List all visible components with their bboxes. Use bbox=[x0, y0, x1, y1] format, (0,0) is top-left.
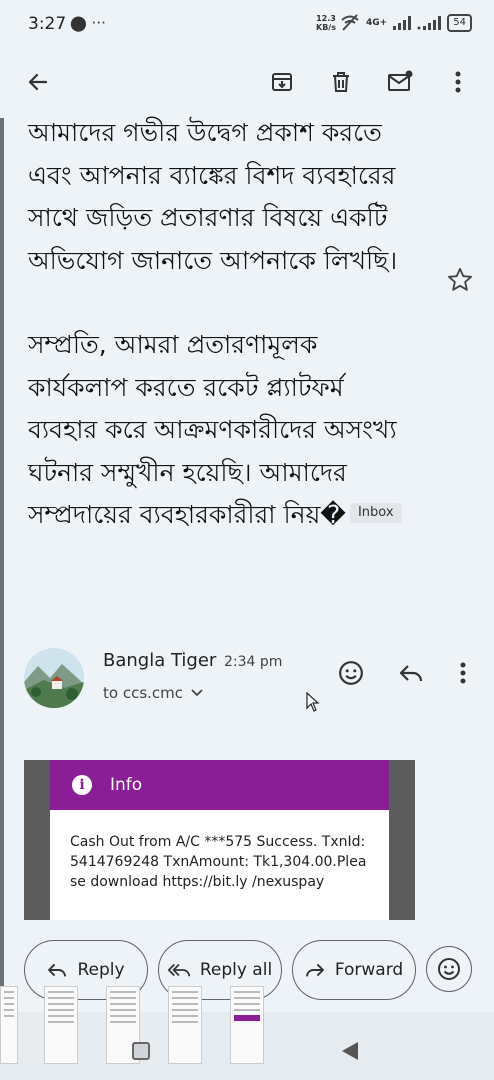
archive-icon bbox=[272, 73, 292, 91]
landscape-avatar-image bbox=[24, 648, 84, 708]
status-icons: 4G+ 54 bbox=[340, 12, 472, 34]
more-vert-icon bbox=[455, 71, 461, 93]
mouse-cursor-icon bbox=[306, 692, 320, 712]
message-body: আমাদের গভীর উদ্বেগ প্রকাশ করতে এবং আপনার… bbox=[28, 112, 408, 537]
inline-image-attachment[interactable]: i Info Cash Out from A/C ***575 Success.… bbox=[24, 760, 415, 920]
signal-icon bbox=[393, 16, 412, 30]
screen-edge bbox=[0, 0, 4, 1080]
system-navigation-bar bbox=[0, 986, 494, 1080]
delete-button[interactable] bbox=[319, 60, 363, 104]
network-type-label: 4G+ bbox=[366, 18, 388, 28]
sms-message-text: Cash Out from A/C ***575 Success. TxnId:… bbox=[70, 834, 367, 890]
arrow-back-icon bbox=[28, 73, 48, 91]
info-card-header: i Info bbox=[50, 760, 389, 810]
star-icon bbox=[447, 267, 473, 291]
sender-avatar[interactable] bbox=[24, 648, 84, 708]
inbox-label-chip[interactable]: Inbox bbox=[349, 503, 402, 523]
emoji-icon bbox=[339, 661, 363, 685]
signal-icon-2 bbox=[417, 16, 442, 30]
message-paragraph-2-text: সম্প্রতি, আমরা প্রতারণামূলক কার্যকলাপ কর… bbox=[28, 330, 397, 529]
recent-thumbnail[interactable] bbox=[168, 986, 202, 1064]
home-button[interactable] bbox=[132, 1042, 150, 1060]
reply-all-icon bbox=[167, 963, 190, 977]
archive-button[interactable] bbox=[260, 60, 304, 104]
sms-info-card: i Info Cash Out from A/C ***575 Success.… bbox=[50, 760, 389, 920]
mark-unread-button[interactable] bbox=[378, 60, 422, 104]
reply-icon bbox=[48, 963, 67, 977]
reply-label: Reply bbox=[77, 960, 125, 980]
react-emoji-button[interactable] bbox=[426, 946, 472, 992]
message-paragraph-1: আমাদের গভীর উদ্বেগ প্রকাশ করতে এবং আপনার… bbox=[28, 118, 398, 275]
notification-icons: ⬤ ··· bbox=[70, 14, 106, 32]
forward-icon bbox=[305, 963, 324, 977]
status-time: 3:27 bbox=[28, 14, 67, 34]
app-bar bbox=[0, 48, 494, 118]
recipient-details-toggle[interactable]: to ccs.cmc bbox=[103, 684, 203, 702]
status-bar: 3:27 ⬤ ··· 12.3 KB/s 4G+ 54 bbox=[0, 0, 494, 48]
sender-name[interactable]: Bangla Tiger bbox=[103, 650, 216, 671]
battery-icon: 54 bbox=[447, 14, 472, 32]
more-vert-icon bbox=[460, 662, 466, 684]
email-screen: 3:27 ⬤ ··· 12.3 KB/s 4G+ 54 আমাদের গভীর … bbox=[0, 0, 494, 1080]
nav-back-icon[interactable] bbox=[340, 1040, 360, 1062]
recipient-line: to ccs.cmc bbox=[103, 684, 184, 702]
recent-thumbnail[interactable] bbox=[44, 986, 78, 1064]
mark-unread-icon bbox=[388, 70, 413, 91]
recent-thumbnail[interactable] bbox=[230, 986, 264, 1064]
reply-icon bbox=[399, 665, 423, 682]
forward-label: Forward bbox=[334, 960, 404, 980]
recent-thumbnail[interactable] bbox=[0, 986, 18, 1064]
message-paragraph-2: সম্প্রতি, আমরা প্রতারণামূলক কার্যকলাপ কর… bbox=[28, 324, 408, 537]
star-button[interactable] bbox=[446, 266, 474, 294]
emoji-icon bbox=[438, 958, 460, 980]
network-speed-unit: KB/s bbox=[316, 23, 336, 32]
wifi-off-icon bbox=[341, 14, 359, 31]
chevron-down-icon bbox=[191, 689, 203, 697]
sent-time: 2:34 pm bbox=[224, 654, 283, 670]
reply-all-label: Reply all bbox=[199, 960, 273, 980]
info-card-title: Info bbox=[110, 775, 143, 795]
add-reaction-button[interactable] bbox=[334, 656, 368, 690]
network-speed: 12.3 KB/s bbox=[316, 14, 336, 32]
delete-icon bbox=[333, 72, 349, 92]
network-speed-value: 12.3 bbox=[316, 14, 336, 23]
more-options-button[interactable] bbox=[436, 60, 480, 104]
message-more-button[interactable] bbox=[446, 656, 480, 690]
forward-button[interactable]: Forward bbox=[292, 940, 416, 1000]
reply-quick-button[interactable] bbox=[394, 656, 428, 690]
info-icon: i bbox=[72, 775, 92, 795]
back-button[interactable] bbox=[16, 60, 60, 104]
